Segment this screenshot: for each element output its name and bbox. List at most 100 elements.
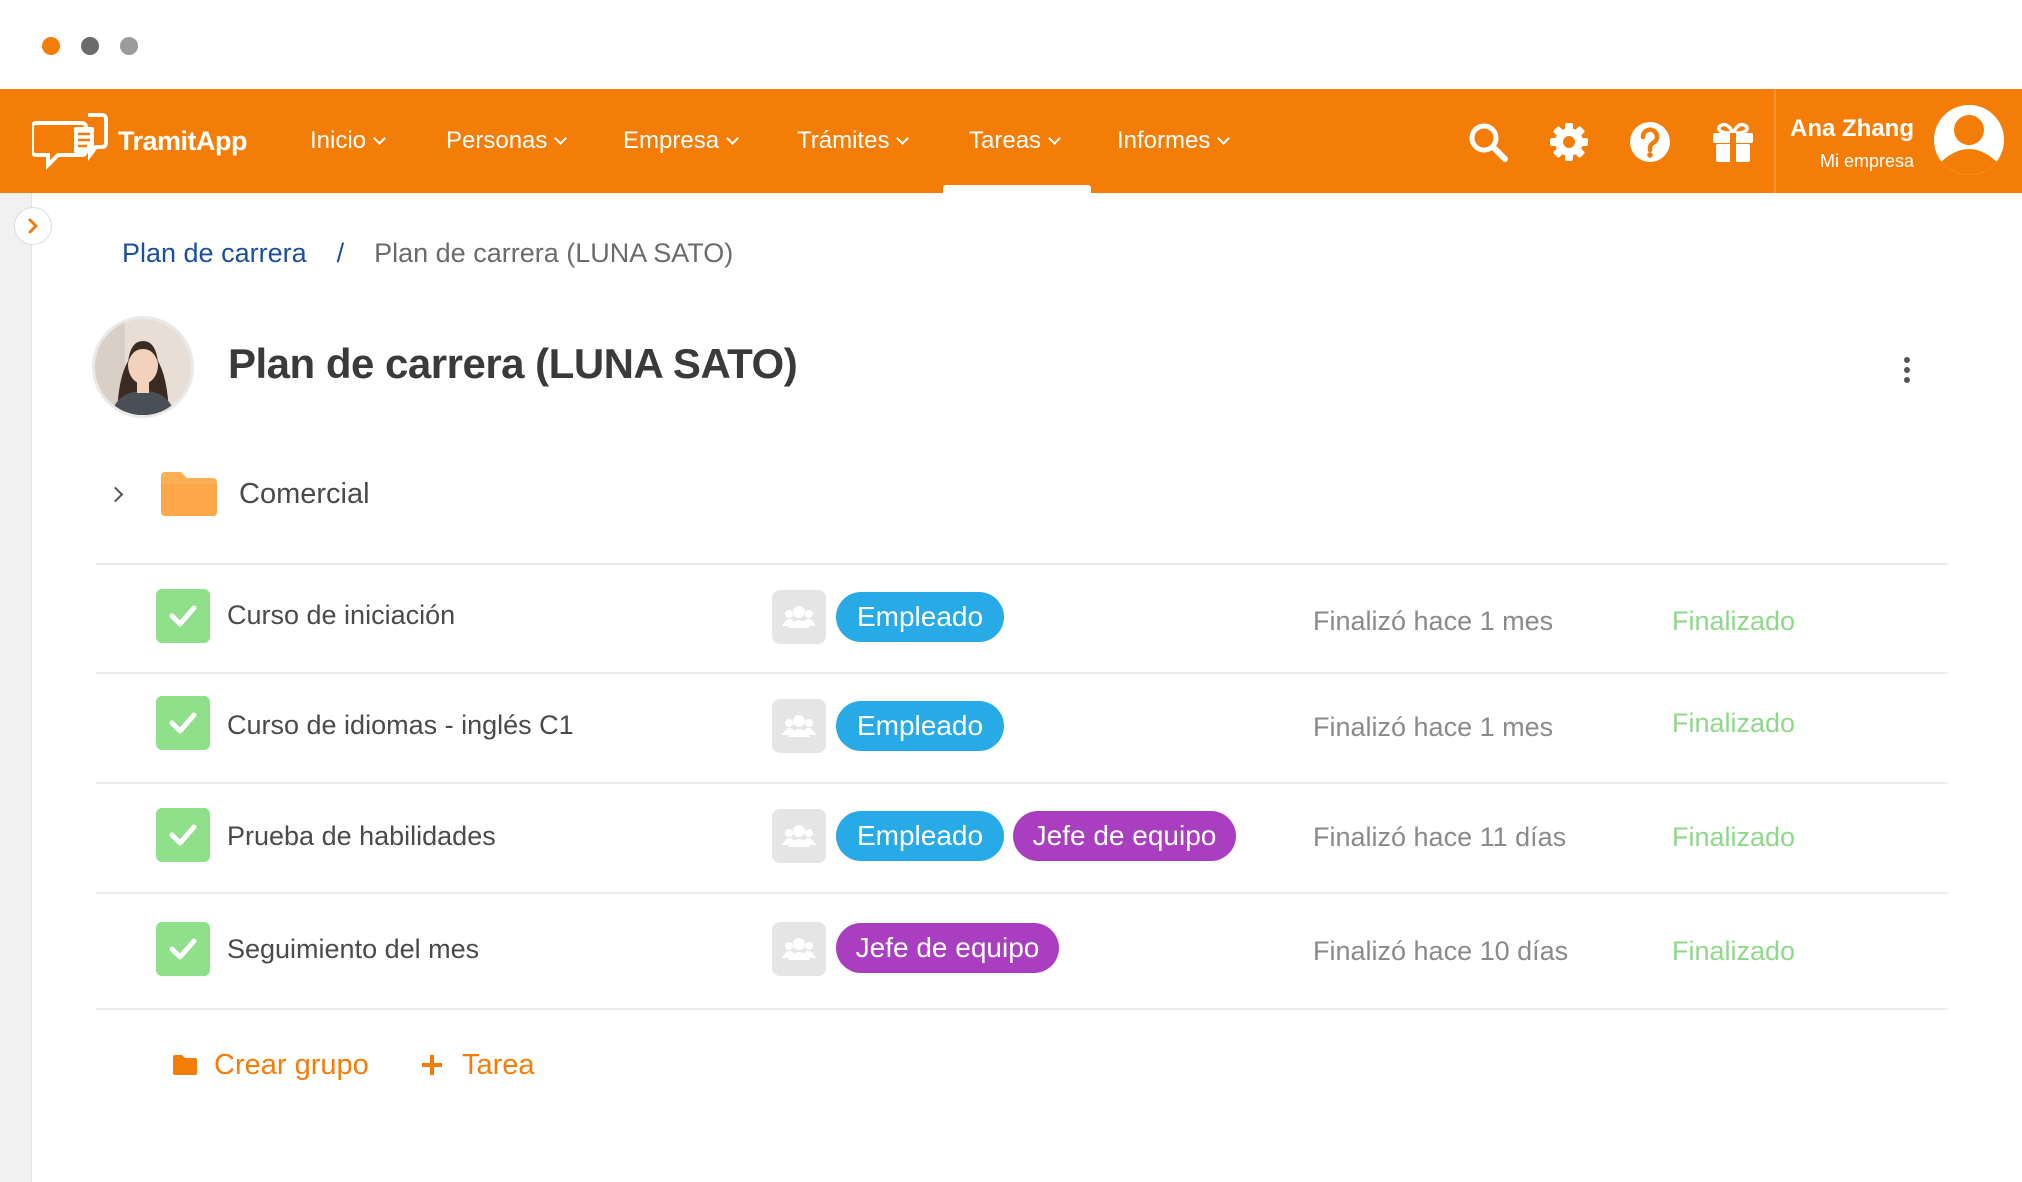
add-task-label: Tarea [462, 1048, 535, 1081]
task-finished-time: Finalizó hace 1 mes [1313, 606, 1554, 636]
help-icon [1630, 122, 1670, 162]
gear-icon [1550, 123, 1588, 161]
kebab-dot [1904, 357, 1910, 363]
breadcrumb-separator: / [336, 238, 345, 268]
task-row[interactable]: Prueba de habilidades Empleado Jefe de e… [96, 786, 1948, 894]
task-complete-checkbox[interactable] [156, 696, 210, 750]
user-separator [1774, 89, 1776, 193]
users-group-icon [782, 715, 816, 737]
chevron-right-icon[interactable] [107, 486, 124, 502]
create-group-button[interactable]: Crear grupo [172, 1040, 369, 1090]
task-row[interactable]: Seguimiento del mes Jefe de equipo Final… [96, 896, 1948, 1010]
nav-item-informes[interactable]: Informes [1117, 89, 1231, 193]
user-avatar-icon [1934, 105, 2004, 175]
chevron-down-icon [373, 131, 386, 145]
avatar[interactable] [1934, 105, 2004, 175]
role-badge-jefe-de-equipo: Jefe de equipo [836, 923, 1059, 973]
nav-active-indicator [943, 185, 1091, 193]
settings-button[interactable] [1546, 119, 1592, 165]
checkmark-icon [169, 824, 197, 846]
status-badge: Finalizado [1672, 822, 1796, 852]
role-badge-empleado: Empleado [836, 592, 1004, 642]
task-name[interactable]: Prueba de habilidades [227, 821, 496, 852]
folder-icon [161, 472, 217, 516]
chevron-down-icon [896, 131, 910, 145]
task-row[interactable]: Curso de idiomas - inglés C1 Empleado Fi… [96, 676, 1948, 784]
chevron-down-icon [1048, 131, 1061, 145]
task-name[interactable]: Seguimiento del mes [227, 934, 479, 965]
role-badge-jefe-de-equipo: Jefe de equipo [1013, 811, 1236, 861]
task-name[interactable]: Curso de iniciación [227, 600, 455, 631]
checkmark-icon [169, 605, 197, 627]
plus-icon [422, 1055, 442, 1075]
nav-item-tareas[interactable]: Tareas [969, 89, 1061, 193]
nav-item-personas[interactable]: Personas [446, 89, 568, 193]
more-options-button[interactable] [1892, 350, 1922, 390]
assignees-button[interactable] [772, 809, 826, 863]
logo-text: TramitApp [118, 125, 248, 156]
checkmark-icon [169, 712, 197, 734]
page-title: Plan de carrera (LUNA SATO) [228, 340, 798, 387]
window-close-dot[interactable] [42, 37, 60, 55]
gift-icon [1713, 122, 1753, 162]
create-group-label: Crear grupo [214, 1048, 369, 1081]
task-row[interactable]: Curso de iniciación Empleado Finalizó ha… [96, 566, 1948, 674]
help-button[interactable] [1627, 119, 1673, 165]
search-button[interactable] [1465, 119, 1511, 165]
gift-button[interactable] [1710, 119, 1756, 165]
add-task-button[interactable]: Tarea [420, 1040, 535, 1090]
nav-item-label: Inicio [310, 127, 367, 154]
user-company[interactable]: Mi empresa [1820, 151, 1914, 172]
nav-item-label: Trámites [797, 127, 890, 154]
task-complete-checkbox[interactable] [156, 808, 210, 862]
group-label: Comercial [239, 477, 370, 510]
task-finished-time: Finalizó hace 10 días [1313, 936, 1569, 966]
status-badge: Finalizado [1672, 606, 1796, 636]
folder-icon [173, 1055, 197, 1075]
breadcrumb: Plan de carrera / Plan de carrera (LUNA … [122, 238, 733, 269]
user-name[interactable]: Ana Zhang [1790, 115, 1914, 143]
kebab-dot [1904, 377, 1910, 383]
task-finished-time: Finalizó hace 1 mes [1313, 712, 1554, 742]
window-chrome [0, 0, 2022, 89]
users-group-icon [782, 825, 816, 847]
assignees-button[interactable] [772, 922, 826, 976]
chevron-right-icon [28, 218, 38, 234]
breadcrumb-current: Plan de carrera (LUNA SATO) [374, 238, 734, 268]
chat-bubbles-logo-icon [32, 113, 108, 170]
task-complete-checkbox[interactable] [156, 922, 210, 976]
nav-item-inicio[interactable]: Inicio [310, 89, 386, 193]
group-divider [96, 563, 1948, 565]
breadcrumb-parent-link[interactable]: Plan de carrera [122, 238, 307, 269]
role-badge-empleado: Empleado [836, 701, 1004, 751]
window-minimize-dot[interactable] [81, 37, 99, 55]
chevron-down-icon [726, 131, 739, 145]
users-group-icon [782, 606, 816, 628]
nav-item-label: Tareas [969, 127, 1042, 154]
top-navigation-bar: TramitApp Inicio Personas Empresa Trámit… [0, 89, 2022, 193]
sidebar-expand-button[interactable] [14, 207, 52, 245]
nav-item-empresa[interactable]: Empresa [623, 89, 739, 193]
task-name[interactable]: Curso de idiomas - inglés C1 [227, 710, 574, 741]
nav-item-label: Empresa [623, 127, 720, 154]
kebab-dot [1904, 367, 1910, 373]
nav-item-tramites[interactable]: Trámites [797, 89, 910, 193]
nav-item-label: Informes [1117, 127, 1211, 154]
app-logo[interactable]: TramitApp [32, 109, 248, 173]
chevron-down-icon [1217, 131, 1231, 145]
nav-item-label: Personas [446, 127, 548, 154]
chevron-down-icon [554, 131, 568, 145]
collapsed-sidebar [0, 193, 32, 1182]
group-comercial[interactable]: Comercial [100, 462, 370, 526]
task-complete-checkbox[interactable] [156, 589, 210, 643]
status-badge: Finalizado [1672, 936, 1796, 966]
role-badge-empleado: Empleado [836, 811, 1004, 861]
window-maximize-dot[interactable] [120, 37, 138, 55]
assignees-button[interactable] [772, 699, 826, 753]
checkmark-icon [169, 938, 197, 960]
assignees-button[interactable] [772, 590, 826, 644]
employee-portrait-icon [95, 319, 191, 415]
task-finished-time: Finalizó hace 11 días [1313, 822, 1567, 852]
status-badge: Finalizado [1672, 708, 1796, 738]
users-group-icon [782, 938, 816, 960]
